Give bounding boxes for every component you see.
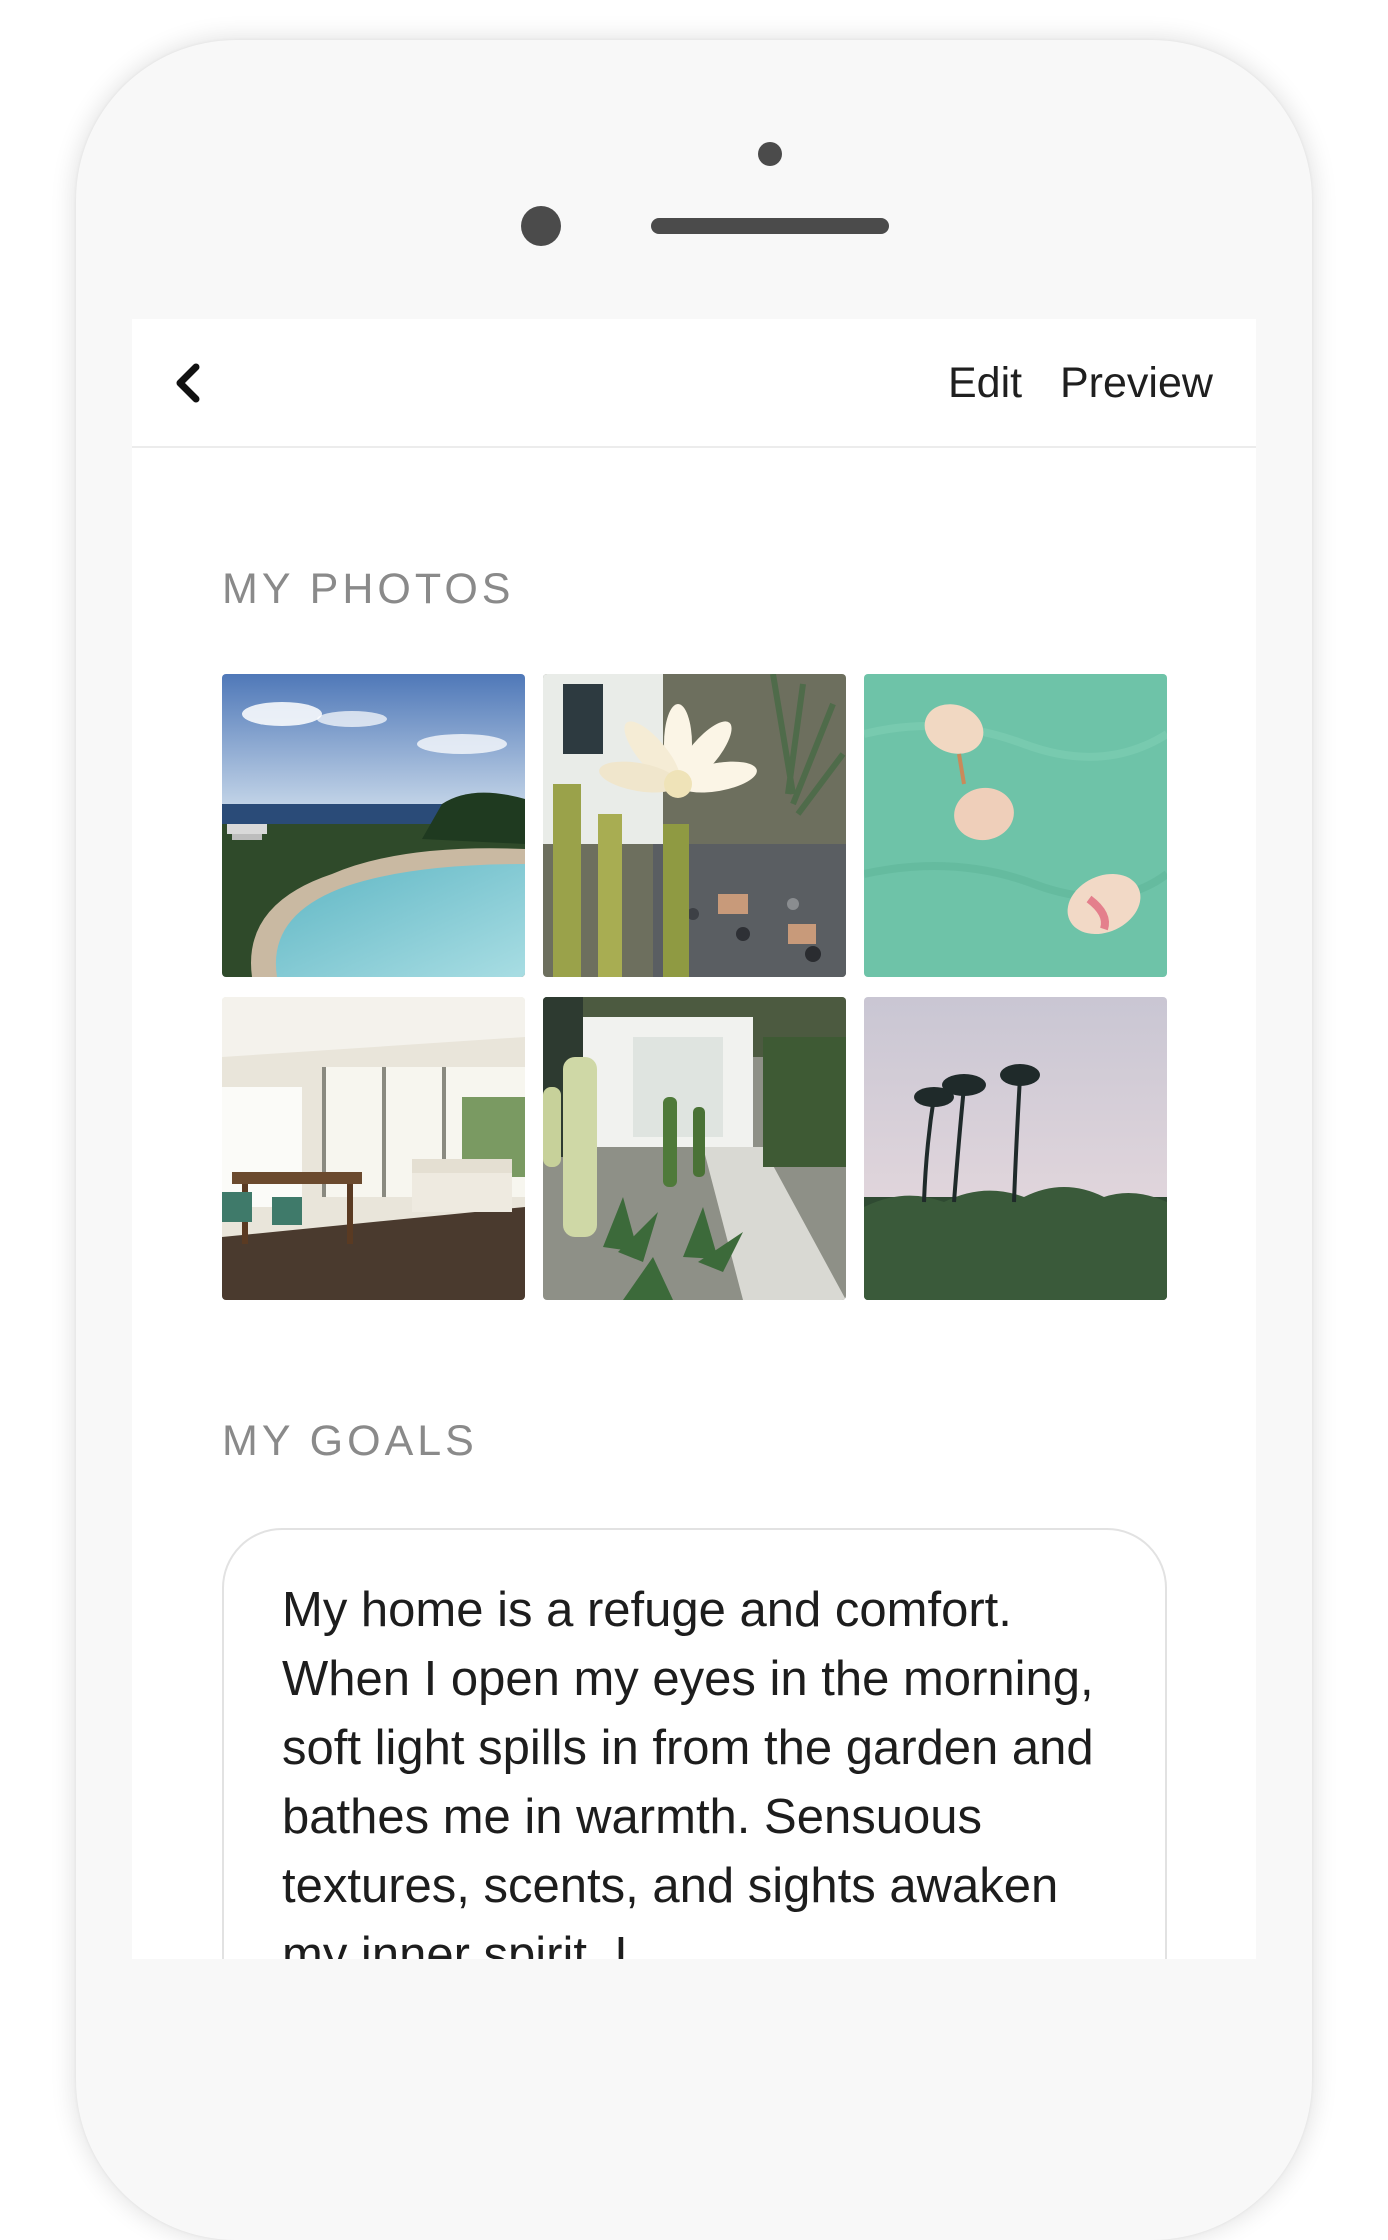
goals-card[interactable]: My home is a refuge and comfort. When I …	[222, 1528, 1167, 1959]
top-nav-bar: Edit Preview	[132, 319, 1256, 448]
back-button[interactable]	[158, 353, 218, 413]
pool-photo-image	[222, 674, 525, 977]
palm-trees-photo-image	[864, 997, 1167, 1300]
photos-section-title: MY PHOTOS	[222, 565, 515, 613]
goals-text: My home is a refuge and comfort. When I …	[282, 1583, 1094, 1959]
app-screen: Edit Preview MY PHOTOS MY GOALS My home …	[132, 319, 1256, 1959]
proximity-sensor	[758, 142, 782, 166]
front-camera	[521, 206, 561, 246]
cactus-garden-photo-image	[543, 997, 846, 1300]
petals-photo-image	[864, 674, 1167, 977]
photo-thumbnail-cactus-garden[interactable]	[543, 997, 846, 1300]
photo-thumbnail-pool[interactable]	[222, 674, 525, 977]
dining-room-photo-image	[222, 997, 525, 1300]
photo-thumbnail-palm-trees[interactable]	[864, 997, 1167, 1300]
photo-thumbnail-cactus-flower[interactable]	[543, 674, 846, 977]
earpiece-speaker	[651, 218, 889, 234]
chevron-left-icon	[176, 363, 200, 403]
photo-thumbnail-dining-room[interactable]	[222, 997, 525, 1300]
edit-button[interactable]: Edit	[948, 355, 1022, 411]
goals-section-title: MY GOALS	[222, 1417, 478, 1465]
preview-button[interactable]: Preview	[1060, 355, 1213, 411]
photo-grid	[222, 674, 1167, 1300]
cactus-flower-photo-image	[543, 674, 846, 977]
photo-thumbnail-petals[interactable]	[864, 674, 1167, 977]
